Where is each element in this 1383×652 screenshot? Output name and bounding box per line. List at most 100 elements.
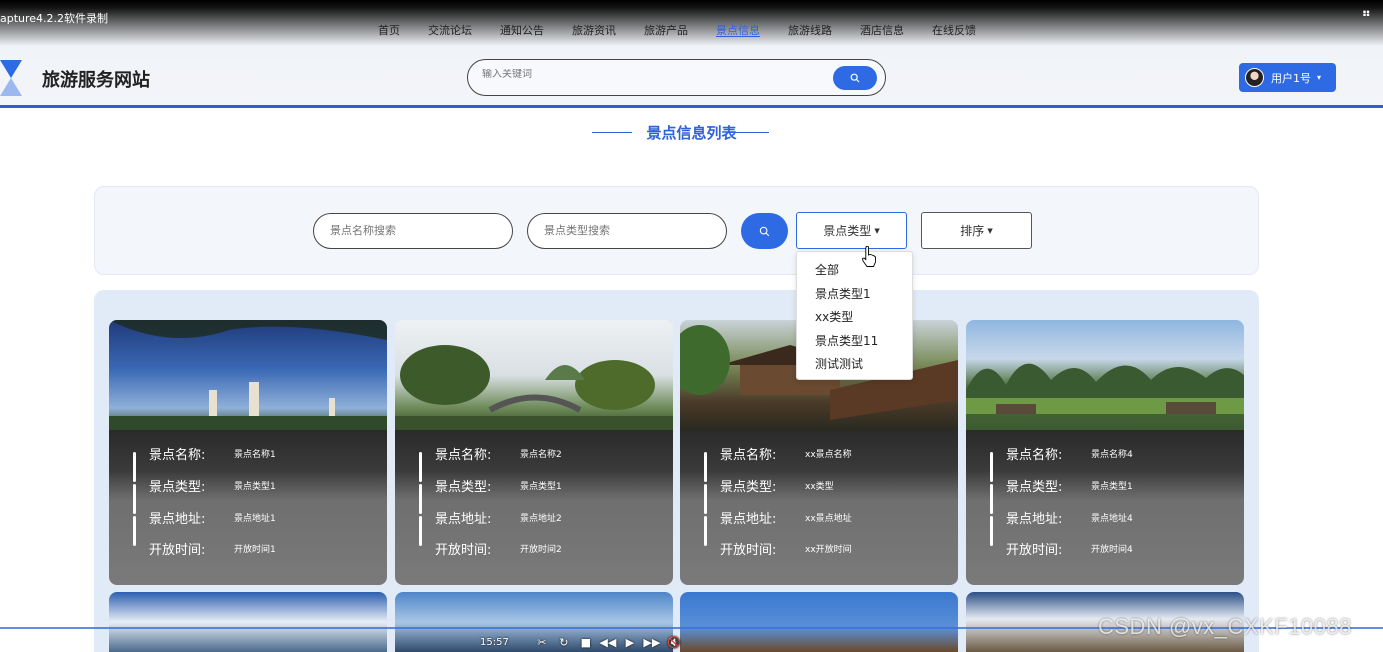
loop-icon[interactable]: ↻: [553, 636, 575, 649]
pagoda-image: [109, 320, 387, 430]
type-value: 景点类型1: [234, 482, 276, 492]
row-marker: [419, 452, 422, 482]
section-title: 景点信息列表: [646, 124, 737, 142]
title-line-right: [729, 132, 769, 133]
hours-value: 开放时间4: [1091, 545, 1133, 555]
row-marker: [419, 516, 422, 546]
attraction-card[interactable]: 景点名称: 景点名称2 景点类型: 景点类型1 景点地址: 景点地址2 开放时间: 开放…: [395, 320, 673, 585]
nav-item-forum[interactable]: 交流论坛: [428, 22, 472, 38]
type-search-field: [527, 213, 727, 249]
attraction-card[interactable]: 景点名称: 景点名称4 景点类型: 景点类型1 景点地址: 景点地址4 开放时间: 开放…: [966, 320, 1244, 585]
type-label: 景点类型:: [1006, 480, 1063, 495]
type-option-4[interactable]: 测试测试: [797, 353, 912, 377]
row-marker: [704, 484, 707, 514]
type-label: 景点类型:: [720, 480, 777, 495]
name-search-input[interactable]: [330, 224, 490, 237]
user-menu-button[interactable]: 用户1号 ▾: [1239, 63, 1336, 92]
hand-cursor-icon: [861, 246, 876, 267]
row-marker: [133, 516, 136, 546]
attraction-info: 景点名称: 景点名称2 景点类型: 景点类型1 景点地址: 景点地址2 开放时间: 开放…: [395, 430, 673, 585]
name-label: 景点名称:: [435, 448, 492, 463]
sort-dropdown-button[interactable]: 排序 ▼: [921, 212, 1032, 249]
sort-dropdown-label: 排序: [960, 224, 985, 238]
name-value: 景点名称4: [1091, 450, 1133, 460]
expand-icon[interactable]: ⤢: [1357, 640, 1365, 651]
row-marker: [133, 484, 136, 514]
mute-icon[interactable]: 🔇: [663, 636, 685, 649]
nav-item-notice[interactable]: 通知公告: [500, 22, 544, 38]
address-value: xx景点地址: [805, 514, 852, 524]
watermark: CSDN @vx_CXKF10088: [1098, 614, 1352, 639]
caret-down-icon: ▼: [874, 226, 880, 235]
name-value: 景点名称2: [520, 450, 562, 460]
type-label: 景点类型:: [435, 480, 492, 495]
caret-down-icon: ▾: [1317, 73, 1322, 82]
cut-icon[interactable]: ✂: [531, 636, 553, 649]
avatar: [1245, 68, 1264, 87]
type-option-3[interactable]: 景点类型11: [797, 330, 912, 354]
hours-value: 开放时间1: [234, 545, 276, 555]
nav-item-products[interactable]: 旅游产品: [644, 22, 688, 38]
address-label: 景点地址:: [720, 512, 777, 527]
address-label: 景点地址:: [1006, 512, 1063, 527]
attraction-card[interactable]: 景点名称: 景点名称1 景点类型: 景点类型1 景点地址: 景点地址1 开放时间: 开放…: [109, 320, 387, 585]
site-search-input[interactable]: [482, 69, 822, 80]
address-value: 景点地址2: [520, 514, 562, 524]
play-icon[interactable]: ▶: [619, 636, 641, 649]
fast-forward-icon[interactable]: ▶▶: [641, 636, 663, 649]
rewind-icon[interactable]: ◀◀: [597, 636, 619, 649]
video-player-controls: 15:57 ✂ ↻ ■ ◀◀ ▶ ▶▶ 🔇: [480, 633, 810, 652]
nav-item-attractions[interactable]: 景点信息: [716, 22, 760, 38]
name-value: xx景点名称: [805, 450, 852, 460]
grid-icon[interactable]: ⠛: [1362, 9, 1371, 23]
row-marker: [704, 516, 707, 546]
user-name: 用户1号: [1271, 71, 1311, 85]
hours-label: 开放时间:: [1006, 543, 1063, 558]
site-title: 旅游服务网站: [42, 70, 150, 91]
karst-image: [966, 363, 1244, 414]
nav-item-routes[interactable]: 旅游线路: [788, 22, 832, 38]
attraction-info: 景点名称: xx景点名称 景点类型: xx类型 景点地址: xx景点地址 开放时间: x…: [680, 430, 958, 585]
nav-item-home[interactable]: 首页: [378, 22, 400, 38]
video-time: 15:57: [480, 637, 509, 648]
type-value: 景点类型1: [520, 482, 562, 492]
row-marker: [133, 452, 136, 482]
nav-item-feedback[interactable]: 在线反馈: [932, 22, 976, 38]
filter-search-button[interactable]: [741, 213, 788, 249]
search-icon: [850, 73, 860, 83]
type-label: 景点类型:: [149, 480, 206, 495]
bridge-image: [395, 345, 673, 430]
search-icon: [759, 226, 770, 236]
attraction-info: 景点名称: 景点名称1 景点类型: 景点类型1 景点地址: 景点地址1 开放时间: 开放…: [109, 430, 387, 585]
stop-icon[interactable]: ■: [575, 636, 597, 649]
nav-item-news[interactable]: 旅游资讯: [572, 22, 616, 38]
type-option-1[interactable]: 景点类型1: [797, 283, 912, 307]
site-header: apture4.2.2软件录制 ⠛ 首页 交流论坛 通知公告 旅游资讯 旅游产品…: [0, 0, 1383, 108]
type-option-2[interactable]: xx类型: [797, 306, 912, 330]
hours-label: 开放时间:: [435, 543, 492, 558]
attraction-image: [395, 320, 673, 430]
hours-value: xx开放时间: [805, 545, 852, 555]
recorder-title: apture4.2.2软件录制: [0, 12, 109, 25]
attraction-info: 景点名称: 景点名称4 景点类型: 景点类型1 景点地址: 景点地址4 开放时间: 开放…: [966, 430, 1244, 585]
hours-label: 开放时间:: [149, 543, 206, 558]
type-value: xx类型: [805, 482, 834, 492]
site-search: [467, 59, 886, 96]
type-dropdown-menu: 全部 景点类型1 xx类型 景点类型11 测试测试: [796, 251, 913, 380]
attraction-image: [109, 320, 387, 430]
attraction-card[interactable]: [109, 592, 387, 652]
caret-down-icon: ▼: [987, 226, 993, 235]
row-marker: [990, 452, 993, 482]
type-value: 景点类型1: [1091, 482, 1133, 492]
row-marker: [990, 516, 993, 546]
header-divider: [0, 105, 1383, 108]
type-dropdown-button[interactable]: 景点类型 ▼: [796, 212, 907, 249]
type-option-all[interactable]: 全部: [797, 259, 912, 283]
nav-item-hotels[interactable]: 酒店信息: [860, 22, 904, 38]
site-search-button[interactable]: [833, 66, 877, 90]
top-nav: 首页 交流论坛 通知公告 旅游资讯 旅游产品 景点信息 旅游线路 酒店信息 在线…: [378, 22, 1004, 38]
address-label: 景点地址:: [149, 512, 206, 527]
attraction-image: [966, 320, 1244, 430]
name-label: 景点名称:: [720, 448, 777, 463]
type-search-input[interactable]: [544, 224, 704, 237]
